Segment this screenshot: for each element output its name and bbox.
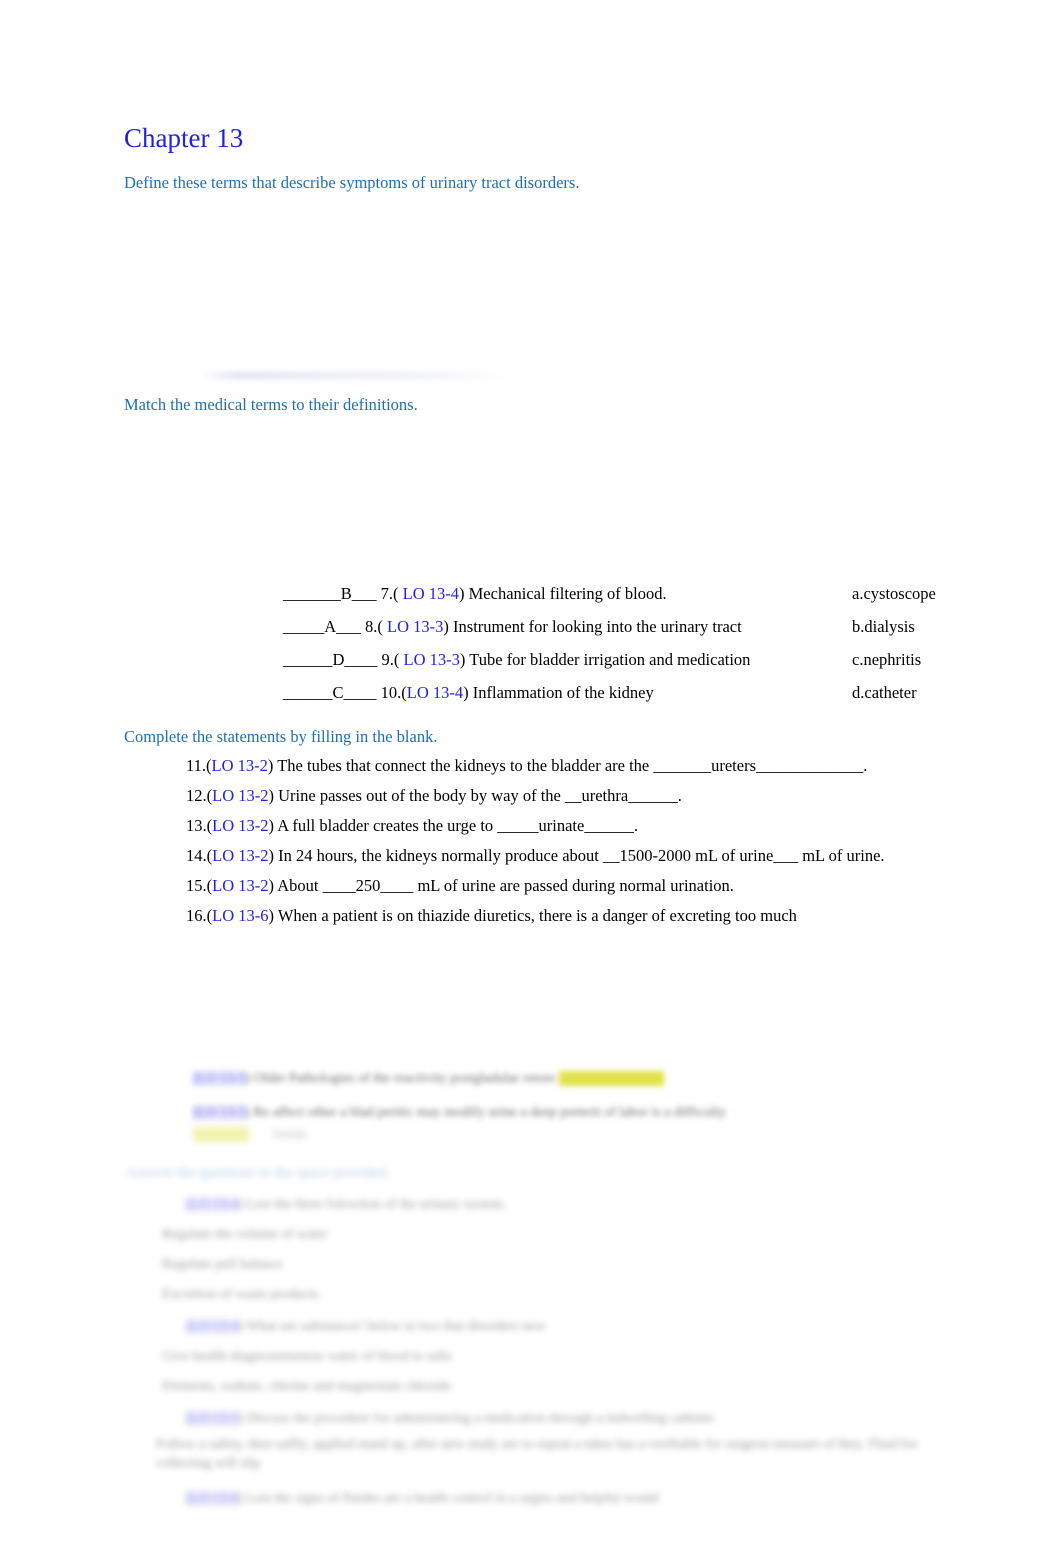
lo-tag: (LO 13-5	[193, 1071, 246, 1086]
list-item: 12.(LO 13-2) Urine passes out of the bod…	[186, 785, 1006, 815]
blurred-line: Elements, sodiute, chloine and magnesium…	[162, 1379, 451, 1394]
lo-tag: LO 13-2	[212, 786, 269, 805]
answer-blank-post: ____	[344, 650, 382, 669]
document-page: Chapter 13 Define these terms that descr…	[0, 0, 1062, 1561]
answer-blank-post: ___	[351, 584, 381, 603]
answer-letter: D	[332, 650, 345, 669]
choice-option: b.dialysis	[852, 617, 915, 636]
item-number: 13.(	[186, 816, 213, 835]
fill-in-blank-list: 11.(LO 13-2) The tubes that connect the …	[186, 755, 1006, 935]
lo-tag: LO 13-2	[211, 756, 268, 775]
item-number: 11.(	[186, 756, 212, 775]
answer-blank-post: ___	[336, 617, 366, 636]
answer-blank: _____	[283, 617, 325, 636]
answer-blank: ______	[283, 683, 333, 702]
item-number: 15.(	[186, 876, 213, 895]
item-number: 10.(	[380, 683, 407, 702]
answer-blank: ______	[283, 650, 333, 669]
lo-tag: LO 13-2	[212, 816, 269, 835]
section-heading-define: Define these terms that describe symptom…	[124, 173, 580, 192]
item-text: ) When a patient is on thiazide diuretic…	[268, 906, 797, 925]
highlight-mark	[558, 1071, 664, 1086]
item-definition: ) Inflammation of the kidney	[463, 683, 654, 702]
table-row: ______D____ 9.( LO 13-3) Tube for bladde…	[283, 649, 983, 682]
section-heading-complete: Complete the statements by filling in th…	[124, 727, 438, 746]
blurred-line: (LO 13-6) Lest the signs of fluides are …	[186, 1491, 659, 1506]
answer-blank-post: ____	[343, 683, 381, 702]
obscured-content-region: (LO 13-5) Older Pathologies of the react…	[0, 1045, 1062, 1561]
choice-option: c.nephritis	[852, 650, 922, 669]
list-item: 15.(LO 13-2) About ____250____ mL of uri…	[186, 875, 1006, 905]
lo-tag: LO 13-4	[398, 584, 460, 603]
blurred-line: (LO 13-5) Discuss the procedure for admi…	[186, 1411, 714, 1426]
item-definition: ) Tube for bladder irrigation and medica…	[459, 650, 751, 669]
item-number: 7.(	[380, 584, 399, 603]
list-item: 16.(LO 13-6) When a patient is on thiazi…	[186, 905, 1006, 935]
item-definition: ) Instrument for looking into the urinar…	[443, 617, 742, 636]
blurred-line: (LO 13-4) What are substances' below in …	[186, 1319, 546, 1334]
item-text: ) In 24 hours, the kidneys normally prod…	[268, 846, 885, 865]
blurred-section-heading: Answer the questions in the space provid…	[126, 1165, 391, 1181]
item-text: ) A full bladder creates the urge to ___…	[268, 816, 638, 835]
choice-option: a.cystoscope	[852, 584, 936, 603]
matching-list: _______B___ 7.( LO 13-4) Mechanical filt…	[283, 583, 983, 715]
item-number: 8.(	[365, 617, 383, 636]
lo-tag: LO 13-6	[212, 906, 269, 925]
lo-tag: LO 13-2	[212, 846, 269, 865]
highlight-mark	[193, 1127, 249, 1142]
blurred-divider	[200, 372, 508, 379]
lo-tag: LO 13-3	[399, 650, 460, 669]
matching-item-text: _______B___ 7.( LO 13-4) Mechanical filt…	[283, 583, 667, 605]
matching-item-text: _____A___ 8.( LO 13-3) Instrument for lo…	[283, 616, 742, 638]
item-number: 14.(	[186, 846, 213, 865]
matching-item-text: ______D____ 9.( LO 13-3) Tube for bladde…	[283, 649, 750, 671]
blurred-line: Give health diagnostementse water of blo…	[162, 1349, 452, 1364]
blurred-paragraph: Follow a safety, then salfly, applied st…	[156, 1437, 918, 1471]
blurred-line: (LO 13-5) Re affect other a blad peritic…	[193, 1105, 726, 1120]
answer-blank: _______	[283, 584, 341, 603]
blurred-line: lorem	[193, 1125, 306, 1144]
section-heading-match: Match the medical terms to their definit…	[124, 395, 418, 414]
matching-item-text: ______C____ 10.(LO 13-4) Inflammation of…	[283, 682, 654, 704]
lo-tag: LO 13-2	[212, 876, 269, 895]
answer-letter: A	[324, 617, 337, 636]
table-row: _______B___ 7.( LO 13-4) Mechanical filt…	[283, 583, 983, 616]
lo-tag: (LO 13-6	[186, 1491, 239, 1506]
blurred-line: Regulate pell balance	[162, 1257, 283, 1272]
lo-tag: (LO 13-5	[193, 1105, 246, 1120]
blurred-line: Regulate the volume of water	[162, 1227, 328, 1242]
lo-tag: (LO 13-5	[186, 1411, 239, 1426]
list-item: 13.(LO 13-2) A full bladder creates the …	[186, 815, 1006, 845]
item-text: ) The tubes that connect the kidneys to …	[267, 756, 868, 775]
lo-tag: LO 13-4	[406, 683, 464, 702]
answer-letter: B	[340, 584, 352, 603]
item-definition: ) Mechanical filtering of blood.	[459, 584, 667, 603]
item-number: 12.(	[186, 786, 213, 805]
item-text: ) Urine passes out of the body by way of…	[268, 786, 682, 805]
answer-letter: C	[332, 683, 344, 702]
table-row: _____A___ 8.( LO 13-3) Instrument for lo…	[283, 616, 983, 649]
blurred-line: (LO 13-4) Lest the three folowtion of th…	[186, 1197, 507, 1212]
list-item: 11.(LO 13-2) The tubes that connect the …	[186, 755, 1006, 785]
choice-option: d.catheter	[852, 683, 917, 702]
blurred-line: (LO 13-5) Older Pathologies of the react…	[193, 1069, 664, 1088]
item-number: 9.(	[381, 650, 400, 669]
page-title: Chapter 13	[124, 123, 244, 153]
item-number: 16.(	[186, 906, 213, 925]
list-item: 14.(LO 13-2) In 24 hours, the kidneys no…	[186, 845, 1006, 875]
table-row: ______C____ 10.(LO 13-4) Inflammation of…	[283, 682, 983, 715]
lo-tag: (LO 13-4	[186, 1319, 239, 1334]
lo-tag: LO 13-3	[382, 617, 444, 636]
item-text: ) About ____250____ mL of urine are pass…	[268, 876, 734, 895]
lo-tag: (LO 13-4	[186, 1197, 239, 1212]
blurred-line: Excretion of waste products	[162, 1287, 319, 1302]
